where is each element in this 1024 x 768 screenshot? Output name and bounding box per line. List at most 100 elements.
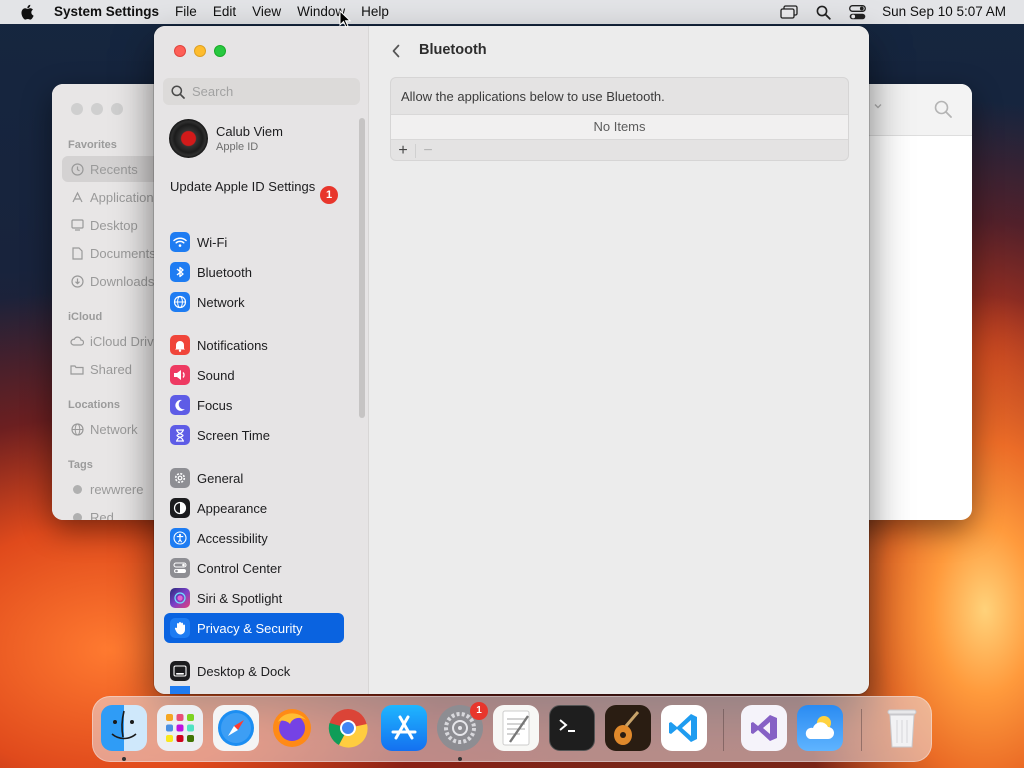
system-settings-window[interactable]: Search Calub Viem Apple ID Update Apple … [154, 26, 869, 694]
finder-item-network[interactable]: Network [62, 416, 164, 442]
dock-trash-icon[interactable] [879, 705, 925, 751]
finder-item-label: iCloud Drive [90, 333, 161, 349]
dock-garageband-icon[interactable] [605, 705, 651, 751]
sidebar-item-sound[interactable]: Sound [164, 360, 344, 390]
menu-bar: System Settings File Edit View Window He… [0, 0, 1024, 24]
finder-item-desktop[interactable]: Desktop [62, 212, 164, 238]
account-subtitle: Apple ID [216, 141, 259, 153]
shared-folder-icon [70, 362, 84, 376]
apple-menu-icon[interactable] [0, 0, 54, 24]
finder-zoom-button[interactable] [111, 103, 123, 115]
sidebar-item-label: Network [197, 294, 245, 310]
control-center-icon[interactable] [840, 0, 874, 24]
finder-item-label: Documents [90, 245, 156, 261]
screen-mirroring-icon[interactable] [772, 0, 806, 24]
running-indicator [122, 757, 126, 761]
sidebar-item-screen-time[interactable]: Screen Time [164, 420, 344, 450]
apple-id-account[interactable]: Calub Viem Apple ID [169, 119, 283, 158]
add-button[interactable]: + [391, 141, 415, 160]
finder-item-documents[interactable]: Documents [62, 240, 164, 266]
menu-view[interactable]: View [244, 0, 289, 24]
partial-icon [170, 686, 190, 694]
dock-vscode-icon[interactable] [661, 705, 707, 751]
desktop-icon [70, 218, 84, 232]
globe-icon [70, 422, 84, 436]
dock-chrome-icon[interactable] [325, 705, 371, 751]
sidebar-item-desktop-dock[interactable]: Desktop & Dock [164, 656, 344, 686]
window-controls[interactable] [174, 45, 226, 57]
finder-item-label: Desktop [90, 217, 138, 233]
finder-item-recents[interactable]: Recents [62, 156, 164, 182]
sidebar-item-partial [164, 686, 344, 694]
bell-icon [170, 335, 190, 355]
moon-icon [170, 395, 190, 415]
dock-finder-icon[interactable] [101, 705, 147, 751]
finder-section-icloud: iCloud [68, 311, 103, 323]
allow-description: Allow the applications below to use Blue… [401, 89, 665, 104]
menu-help[interactable]: Help [353, 0, 397, 24]
finder-window-controls[interactable] [71, 103, 123, 115]
list-controls: + − [391, 140, 848, 160]
menu-clock[interactable]: Sun Sep 10 5:07 AM [874, 0, 1024, 24]
sidebar-item-siri-spotlight[interactable]: Siri & Spotlight [164, 583, 344, 613]
sidebar-item-label: Screen Time [197, 427, 270, 443]
finder-close-button[interactable] [71, 103, 83, 115]
dock-textedit-icon[interactable] [493, 705, 539, 751]
zoom-button[interactable] [214, 45, 226, 57]
dock-terminal-icon[interactable] [549, 705, 595, 751]
speaker-icon [170, 365, 190, 385]
remove-button[interactable]: − [416, 141, 440, 160]
apps-list[interactable]: No Items [391, 114, 848, 140]
search-icon[interactable] [934, 100, 952, 121]
minimize-button[interactable] [194, 45, 206, 57]
download-icon [70, 274, 84, 288]
tag-dot-icon [70, 510, 84, 520]
dock-weather-icon[interactable] [797, 705, 843, 751]
finder-item-label: Recents [90, 161, 138, 177]
back-chevron-icon[interactable] [386, 41, 406, 61]
finder-item-icloud-drive[interactable]: iCloud Drive [62, 328, 164, 354]
sidebar-scrollbar[interactable] [359, 118, 365, 418]
dock-safari-icon[interactable] [213, 705, 259, 751]
dock: 1 [92, 696, 932, 762]
close-button[interactable] [174, 45, 186, 57]
dock-launchpad-icon[interactable] [157, 705, 203, 751]
chevron-down-icon[interactable] [872, 100, 884, 115]
sidebar-item-label: General [197, 470, 244, 486]
sidebar-item-notifications[interactable]: Notifications [164, 330, 344, 360]
hourglass-icon [170, 425, 190, 445]
finder-item-label: Downloads [90, 273, 155, 289]
sidebar-item-label: Bluetooth [197, 264, 252, 280]
sidebar-item-bluetooth[interactable]: Bluetooth [164, 257, 344, 287]
sidebar-item-privacy-security[interactable]: Privacy & Security [164, 613, 344, 643]
sidebar-item-accessibility[interactable]: Accessibility [164, 523, 344, 553]
dock-app-store-icon[interactable] [381, 705, 427, 751]
finder-item-label: Shared [90, 361, 132, 377]
sidebar-item-focus[interactable]: Focus [164, 390, 344, 420]
sidebar-item-wifi[interactable]: Wi-Fi [164, 227, 344, 257]
menu-file[interactable]: File [167, 0, 205, 24]
finder-tag-item[interactable]: rewwrere [62, 476, 164, 502]
clock-icon [70, 162, 84, 176]
finder-minimize-button[interactable] [91, 103, 103, 115]
sidebar-item-appearance[interactable]: Appearance [164, 493, 344, 523]
finder-section-favorites: Favorites [68, 139, 117, 151]
sidebar-item-network[interactable]: Network [164, 287, 344, 317]
dock-visual-studio-icon[interactable] [741, 705, 787, 751]
finder-item-shared[interactable]: Shared [62, 356, 164, 382]
finder-item-downloads[interactable]: Downloads [62, 268, 164, 294]
control-center-icon [170, 558, 190, 578]
running-indicator [458, 757, 462, 761]
dock-icon [170, 661, 190, 681]
menu-app-name[interactable]: System Settings [54, 0, 167, 24]
sidebar-item-control-center[interactable]: Control Center [164, 553, 344, 583]
menu-edit[interactable]: Edit [205, 0, 244, 24]
bluetooth-apps-panel: Allow the applications below to use Blue… [390, 77, 849, 161]
dock-firefox-icon[interactable] [269, 705, 315, 751]
spotlight-search-icon[interactable] [806, 0, 840, 24]
finder-tag-item-red[interactable]: Red [62, 504, 164, 520]
sidebar-search-field[interactable]: Search [163, 78, 360, 105]
finder-item-applications[interactable]: Applications [62, 184, 164, 210]
sidebar-item-general[interactable]: General [164, 463, 344, 493]
finder-toolbar-right [852, 84, 972, 136]
